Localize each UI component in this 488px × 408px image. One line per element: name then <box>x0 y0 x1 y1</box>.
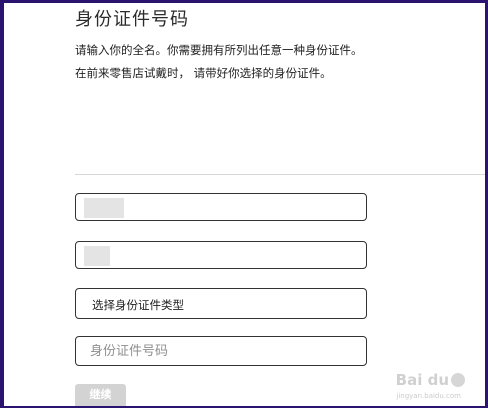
divider <box>75 174 485 175</box>
id-type-select[interactable]: 选择身份证件类型 <box>75 288 367 319</box>
id-number-field[interactable] <box>75 336 367 366</box>
watermark-url: jingyan.baidu.com <box>396 392 461 400</box>
baidu-watermark: Bai du <box>396 371 465 389</box>
form-panel: 身份证件号码 请输入你的全名。你需要拥有所列出任意一种身份证件。在前来零售店试戴… <box>4 3 485 406</box>
watermark-brand: Bai du <box>395 371 449 389</box>
id-number-input[interactable] <box>90 344 350 359</box>
redacted-value <box>84 198 124 218</box>
continue-button[interactable]: 继续 <box>75 384 126 406</box>
paw-icon <box>451 373 465 387</box>
first-name-field[interactable] <box>75 193 367 221</box>
last-name-field[interactable] <box>75 241 367 269</box>
redacted-value <box>84 246 110 266</box>
page-title: 身份证件号码 <box>75 9 189 30</box>
form-description: 请输入你的全名。你需要拥有所列出任意一种身份证件。在前来零售店试戴时， 请带好你… <box>75 43 363 80</box>
id-type-select-label: 选择身份证件类型 <box>92 298 184 312</box>
